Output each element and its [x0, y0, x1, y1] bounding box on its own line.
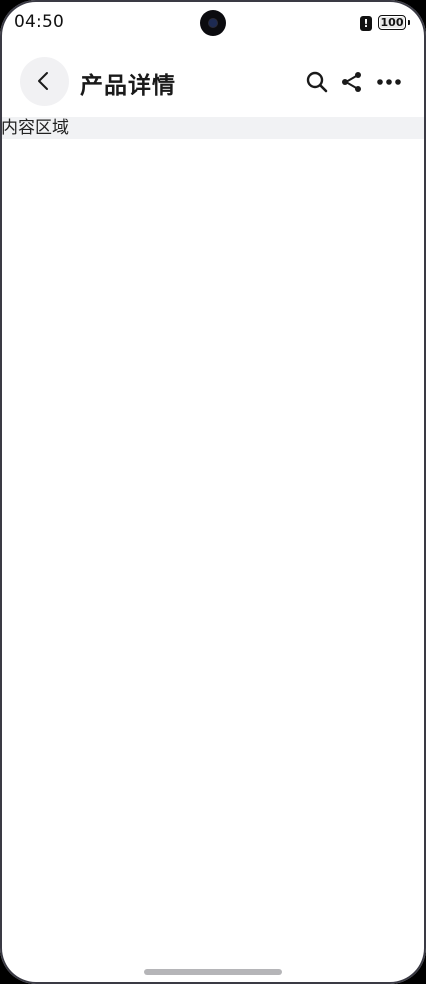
- front-camera: [200, 10, 226, 36]
- phone-screen: 04:50 ! 100 产品详情 内容区域: [0, 0, 426, 984]
- status-bar: 04:50 ! 100: [0, 0, 426, 46]
- content-area-label: 内容区域: [1, 118, 69, 138]
- more-icon[interactable]: [376, 70, 402, 94]
- home-indicator[interactable]: [144, 969, 282, 975]
- app-header: 产品详情: [0, 56, 426, 108]
- camera-lens: [209, 19, 217, 27]
- battery-cap: [408, 20, 410, 25]
- status-time: 04:50: [14, 12, 64, 32]
- back-button[interactable]: [20, 57, 69, 106]
- battery-icon: 100: [378, 15, 406, 30]
- alert-icon: !: [360, 16, 372, 31]
- search-icon[interactable]: [305, 70, 329, 94]
- battery-level: 100: [380, 16, 404, 29]
- content-area: 内容区域: [0, 117, 426, 139]
- share-icon[interactable]: [340, 70, 364, 94]
- page-title: 产品详情: [80, 73, 176, 99]
- back-chevron-icon: [38, 72, 48, 90]
